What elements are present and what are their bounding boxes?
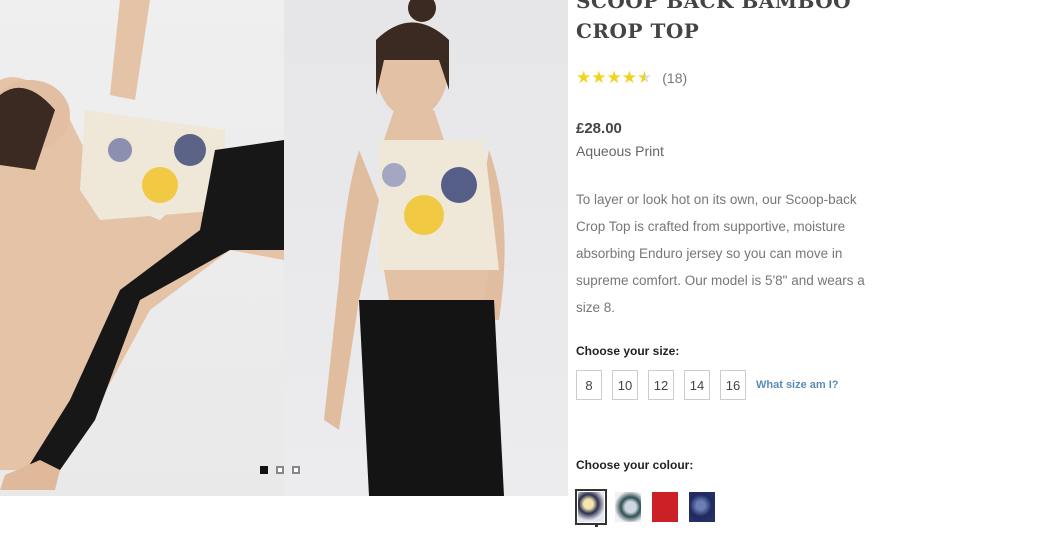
rating-stars: ★ ★ ★ ★ ★ (576, 68, 652, 88)
size-option-10[interactable]: 10 (612, 370, 638, 400)
colour-swatch-teal-print[interactable] (615, 492, 641, 522)
colour-swatch-aqueous-print[interactable] (575, 489, 607, 525)
size-guide-link[interactable]: What size am I? (756, 379, 839, 391)
star-icon: ★ (621, 68, 637, 88)
size-option-8[interactable]: 8 (576, 370, 602, 400)
size-option-14[interactable]: 14 (684, 370, 710, 400)
product-title: SCOOP BACK BAMBOO CROP TOP (576, 0, 876, 46)
gallery-dot-1[interactable] (260, 466, 268, 474)
gallery-dot-2[interactable] (276, 466, 284, 474)
product-title-line-1: SCOOP BACK BAMBOO (576, 0, 852, 13)
size-label: Choose your size: (576, 344, 680, 358)
model-front-pose-image (324, 0, 505, 496)
product-photo-front-pose[interactable] (284, 0, 568, 496)
product-image-gallery[interactable] (0, 0, 568, 496)
size-option-16[interactable]: 16 (720, 370, 746, 400)
model-side-pose-image (0, 0, 284, 490)
review-count[interactable]: (18) (662, 70, 687, 86)
gallery-pagination (260, 466, 300, 474)
product-variant-name: Aqueous Print (576, 143, 664, 159)
colour-swatch-navy-print[interactable] (689, 492, 715, 522)
size-selector: 8 10 12 14 16 What size am I? (576, 370, 839, 400)
product-title-line-2: CROP TOP (576, 19, 700, 43)
product-price: £28.00 (576, 120, 622, 137)
colour-swatch-red[interactable] (652, 492, 678, 522)
product-rating[interactable]: ★ ★ ★ ★ ★ (18) (576, 68, 687, 88)
product-description: To layer or look hot on its own, our Sco… (576, 192, 865, 315)
selected-swatch-indicator (595, 525, 598, 527)
size-option-12[interactable]: 12 (648, 370, 674, 400)
star-icon: ★ (606, 68, 622, 88)
half-star-icon: ★ (637, 68, 653, 88)
star-icon: ★ (591, 68, 607, 88)
product-photo-side-pose[interactable] (0, 0, 284, 496)
star-icon: ★ (576, 68, 592, 88)
colour-selector (575, 489, 715, 525)
colour-label: Choose your colour: (576, 458, 694, 472)
gallery-dot-3[interactable] (292, 466, 300, 474)
